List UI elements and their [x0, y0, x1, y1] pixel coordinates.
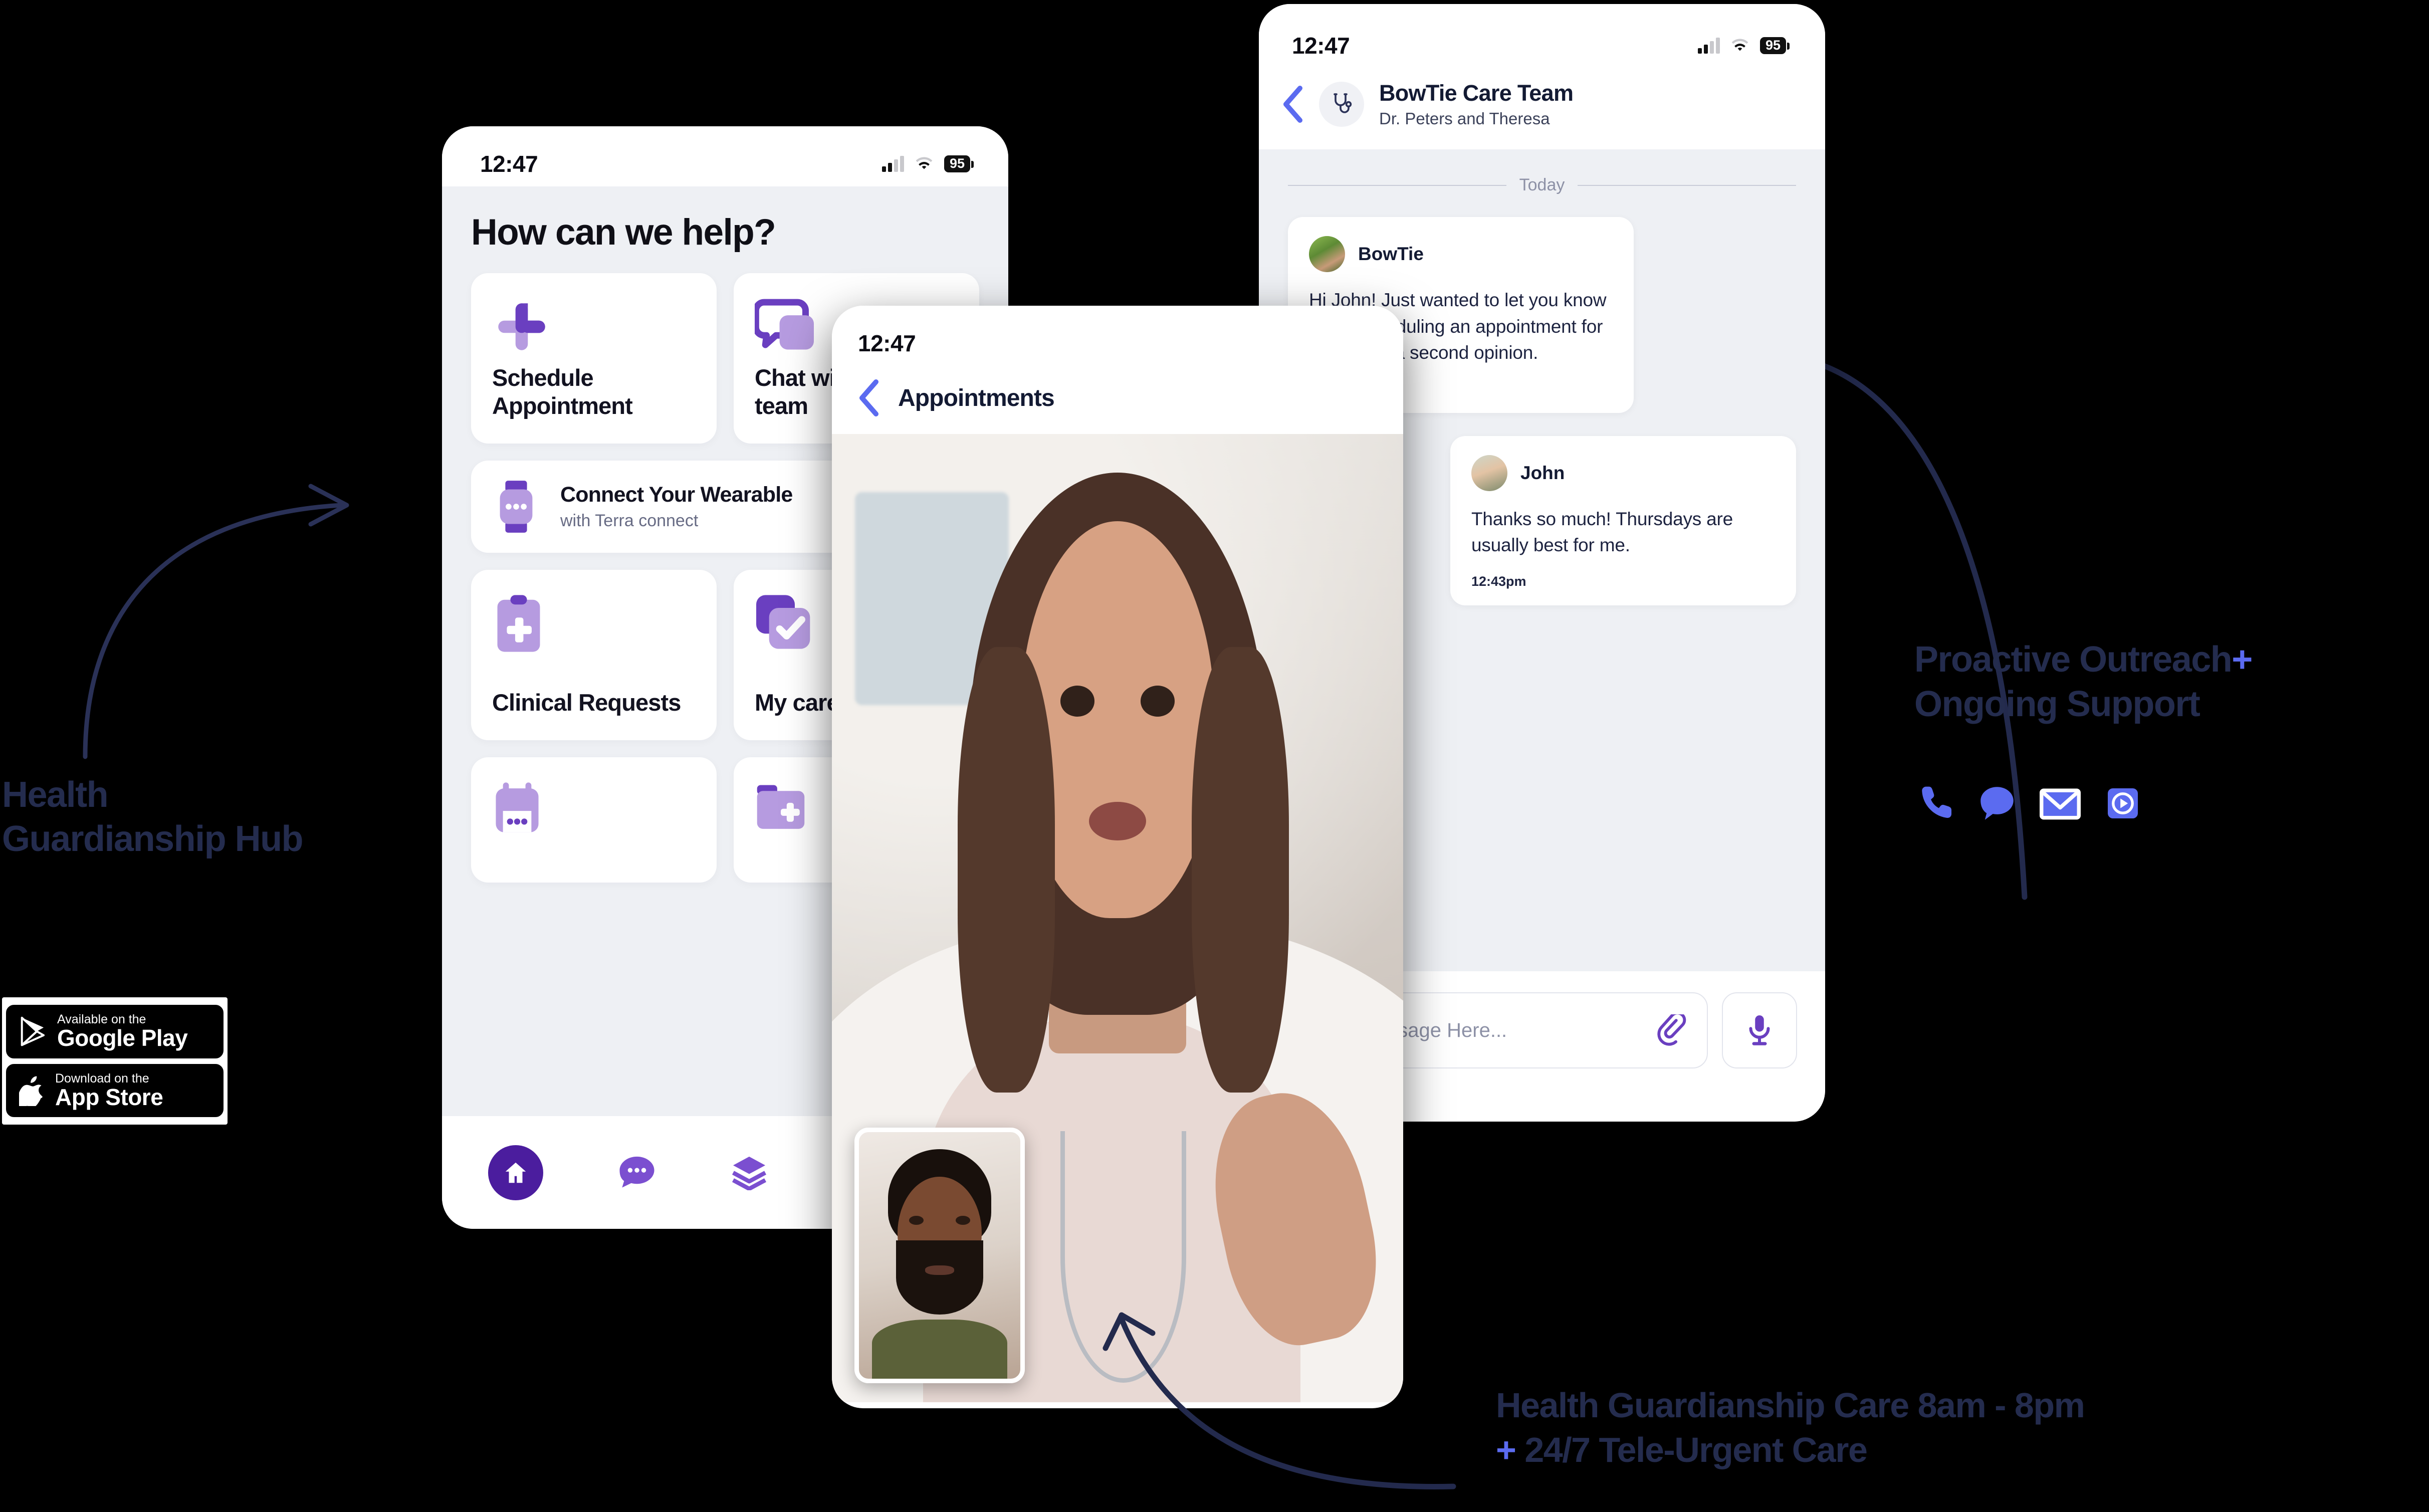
- chat-team-name: BowTie Care Team: [1379, 80, 1574, 106]
- plus-accent-icon: +: [1496, 1430, 1516, 1469]
- chat-team-members: Dr. Peters and Theresa: [1379, 109, 1550, 128]
- status-bar: 12:47: [858, 306, 1370, 366]
- day-separator-label: Today: [1519, 175, 1565, 194]
- checkbox-checked-icon: [756, 595, 810, 649]
- stethoscope-icon: [1334, 93, 1352, 113]
- tile-label: Schedule Appointment: [492, 364, 633, 419]
- video-play-icon: [2108, 788, 2138, 818]
- day-separator: Today: [1288, 149, 1797, 217]
- badge-small-label: Download on the: [55, 1071, 149, 1086]
- page-title: How can we help?: [471, 212, 776, 253]
- headline-proactive-outreach: Proactive Outreach+ Ongoing Support: [1914, 637, 2425, 726]
- headline-health-guardianship-hub: Health Guardianship Hub: [2, 775, 304, 859]
- signal-bars-icon: [1697, 38, 1720, 54]
- message-text: Thanks so much! Thursdays are usually be…: [1471, 508, 1733, 556]
- status-time: 12:47: [480, 151, 538, 177]
- status-bar: 12:47 95: [442, 126, 1008, 186]
- wifi-icon: [1731, 39, 1748, 51]
- calendar-icon: [496, 782, 539, 832]
- video-nav-title: Appointments: [898, 384, 1055, 411]
- status-time: 12:47: [858, 330, 916, 356]
- clipboard-medical-icon: [497, 595, 540, 652]
- folder-medical-icon: [757, 785, 805, 829]
- battery-icon: 95: [1759, 37, 1790, 54]
- bottom-line-2: 24/7 Tele-Urgent Care: [1524, 1430, 1868, 1469]
- badge-big-label: App Store: [55, 1084, 163, 1110]
- message-sender: BowTie: [1358, 244, 1424, 264]
- chat-bubble-icon: [755, 299, 814, 350]
- google-play-badge[interactable]: Available on the Google Play: [5, 1004, 225, 1059]
- phone-video-call-screen: 12:47 Appointments: [832, 306, 1403, 1408]
- wearable-card-subtitle: with Terra connect: [560, 511, 699, 530]
- chevron-left-icon[interactable]: [858, 379, 880, 417]
- wifi-icon: [916, 157, 933, 169]
- tab-records[interactable]: [731, 1155, 768, 1190]
- video-main-feed[interactable]: [832, 434, 1403, 1402]
- voice-record-button[interactable]: [1722, 992, 1797, 1068]
- avatar: [1319, 82, 1364, 127]
- message-time: 12:43pm: [1471, 573, 1526, 589]
- badge-big-label: Google Play: [57, 1025, 188, 1051]
- chat-message-outgoing[interactable]: John Thanks so much! Thursdays are usual…: [1450, 436, 1796, 605]
- chat-header: 12:47 95 BowTie Care Team Dr. Peters and…: [1259, 4, 1825, 149]
- badge-small-label: Available on the: [57, 1012, 146, 1026]
- chat-bubble-icon: [1980, 787, 2014, 820]
- headline-care-hours: Health Guardianship Care 8am - 8pm + 24/…: [1496, 1383, 2423, 1472]
- chat-title-row: BowTie Care Team Dr. Peters and Theresa: [1282, 68, 1795, 128]
- bottom-line-1: Health Guardianship Care 8am - 8pm: [1496, 1386, 2085, 1425]
- tile-calendar[interactable]: [471, 757, 717, 883]
- status-bar: 12:47 95: [1282, 8, 1795, 68]
- plus-accent-icon: +: [2232, 639, 2253, 680]
- tile-schedule-appointment[interactable]: Schedule Appointment: [471, 273, 717, 444]
- app-store-badges: Available on the Google Play Download on…: [2, 997, 228, 1125]
- wearable-card-title: Connect Your Wearable: [560, 483, 793, 507]
- headline-line-1: Proactive Outreach: [1914, 639, 2233, 680]
- plus-icon: [498, 303, 545, 350]
- headline-line-2: Ongoing Support: [1914, 684, 2200, 724]
- tile-clinical-requests[interactable]: Clinical Requests: [471, 570, 717, 740]
- promo-composition: 12:47 95 How can we help? Schedule Appoi…: [0, 0, 2429, 1512]
- home-icon: [505, 1162, 526, 1183]
- tab-home[interactable]: [488, 1145, 543, 1200]
- google-play-icon: [21, 1017, 45, 1046]
- chevron-left-icon[interactable]: [1282, 85, 1304, 123]
- avatar: [1471, 455, 1507, 491]
- video-nav-row: Appointments: [858, 366, 1370, 417]
- smartwatch-icon: [500, 481, 533, 533]
- arrow-left-curved-icon: [83, 484, 349, 759]
- battery-icon: 95: [944, 155, 974, 172]
- video-header: 12:47 Appointments: [832, 306, 1403, 434]
- envelope-icon: [2040, 788, 2081, 820]
- tab-messages[interactable]: [618, 1155, 655, 1190]
- video-pip-self-feed[interactable]: [854, 1128, 1025, 1383]
- avatar: [1309, 236, 1345, 272]
- apple-icon: [19, 1076, 43, 1106]
- tile-label: Clinical Requests: [492, 689, 681, 716]
- signal-bars-icon: [881, 156, 904, 172]
- app-store-badge[interactable]: Download on the App Store: [5, 1062, 225, 1119]
- status-time: 12:47: [1292, 33, 1350, 59]
- microphone-icon: [1749, 1015, 1770, 1045]
- message-sender: John: [1520, 462, 1565, 483]
- phone-icon: [1922, 786, 1952, 818]
- paperclip-icon[interactable]: [1657, 1014, 1687, 1046]
- outreach-channel-icons: [1919, 784, 2141, 822]
